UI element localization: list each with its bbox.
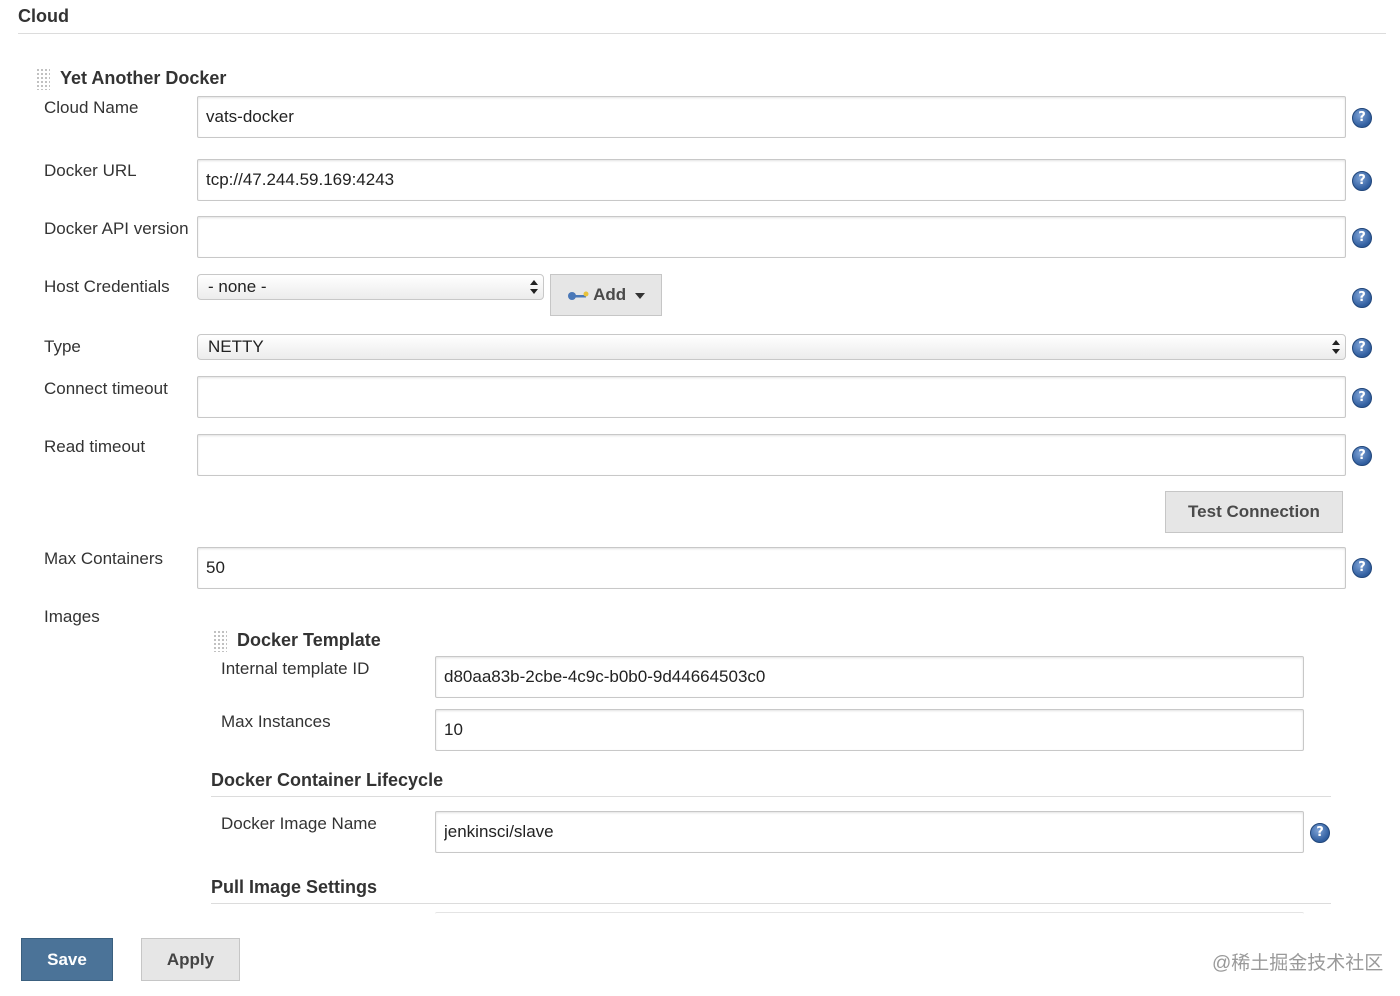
docker-image-name-label: Docker Image Name bbox=[221, 814, 377, 833]
max-containers-label: Max Containers bbox=[44, 549, 164, 568]
cloud-name-input[interactable] bbox=[197, 96, 1346, 138]
docker-template-title: Docker Template bbox=[237, 630, 381, 650]
lifecycle-divider bbox=[211, 796, 1331, 797]
drag-handle-icon[interactable] bbox=[36, 68, 50, 90]
read-timeout-label: Read timeout bbox=[44, 437, 146, 456]
help-icon[interactable]: ? bbox=[1352, 388, 1372, 408]
connect-timeout-input[interactable] bbox=[197, 376, 1346, 418]
docker-api-version-label: Docker API version bbox=[44, 219, 189, 238]
save-button[interactable]: Save bbox=[21, 938, 113, 981]
select-arrows-icon bbox=[530, 280, 538, 294]
add-credentials-label: Add bbox=[593, 285, 627, 304]
pull-settings-divider bbox=[211, 903, 1331, 904]
read-timeout-input[interactable] bbox=[197, 434, 1346, 476]
max-instances-input[interactable] bbox=[435, 709, 1304, 751]
help-icon[interactable]: ? bbox=[1352, 446, 1372, 466]
images-label: Images bbox=[44, 607, 100, 626]
help-icon[interactable]: ? bbox=[1352, 558, 1372, 578]
help-icon[interactable]: ? bbox=[1352, 228, 1372, 248]
type-label: Type bbox=[44, 337, 81, 356]
help-icon[interactable]: ? bbox=[1310, 823, 1330, 843]
type-select[interactable]: NETTY bbox=[197, 334, 1346, 360]
docker-url-input[interactable] bbox=[197, 159, 1346, 201]
internal-template-id-input[interactable] bbox=[435, 656, 1304, 698]
caret-down-icon bbox=[634, 292, 645, 299]
container-lifecycle-title: Docker Container Lifecycle bbox=[211, 770, 444, 790]
max-instances-label: Max Instances bbox=[221, 712, 331, 731]
cut-off-input bbox=[435, 912, 1304, 919]
docker-api-version-input[interactable] bbox=[197, 216, 1346, 258]
page-heading: Cloud bbox=[18, 6, 69, 26]
cloud-name-label: Cloud Name bbox=[44, 98, 139, 117]
help-icon[interactable]: ? bbox=[1352, 171, 1372, 191]
heading-divider bbox=[18, 33, 1386, 34]
host-credentials-selected: - none - bbox=[208, 277, 267, 296]
help-icon[interactable]: ? bbox=[1352, 338, 1372, 358]
docker-url-label: Docker URL bbox=[44, 161, 137, 180]
pull-image-settings-title: Pull Image Settings bbox=[211, 877, 378, 897]
host-credentials-select[interactable]: - none - bbox=[197, 274, 544, 300]
host-credentials-label: Host Credentials bbox=[44, 277, 170, 296]
test-connection-button[interactable]: Test Connection bbox=[1165, 491, 1343, 533]
type-selected: NETTY bbox=[208, 337, 264, 356]
connect-timeout-label: Connect timeout bbox=[44, 379, 168, 398]
apply-button[interactable]: Apply bbox=[141, 938, 240, 981]
internal-template-id-label: Internal template ID bbox=[221, 659, 370, 678]
add-credentials-button[interactable]: Add bbox=[550, 274, 662, 316]
watermark: @稀土掘金技术社区 bbox=[1212, 953, 1384, 974]
key-icon bbox=[568, 291, 589, 300]
help-icon[interactable]: ? bbox=[1352, 108, 1372, 128]
help-icon[interactable]: ? bbox=[1352, 288, 1372, 308]
docker-image-name-input[interactable] bbox=[435, 811, 1304, 853]
select-arrows-icon bbox=[1332, 340, 1340, 354]
drag-handle-icon[interactable] bbox=[213, 630, 227, 652]
max-containers-input[interactable] bbox=[197, 547, 1346, 589]
cloud-title: Yet Another Docker bbox=[60, 68, 227, 88]
